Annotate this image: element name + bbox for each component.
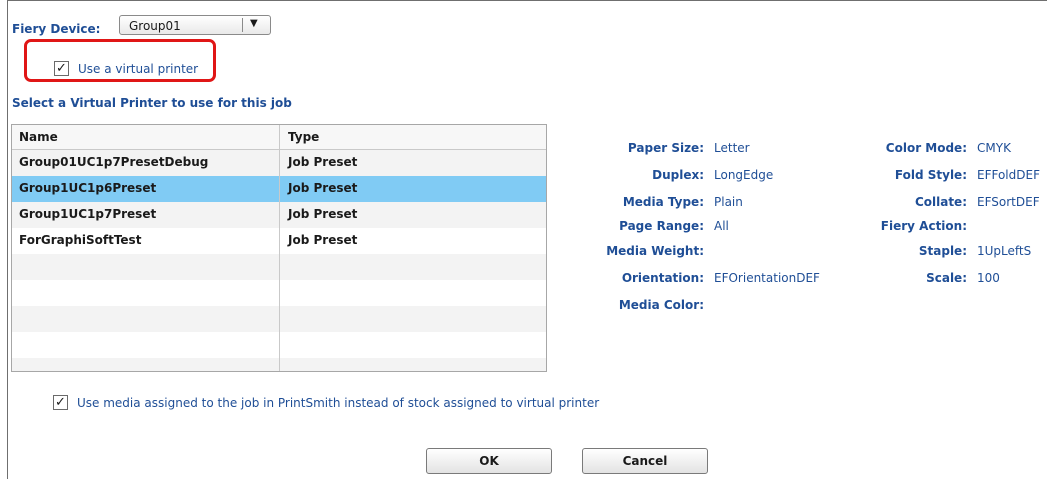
use-assigned-media-label[interactable]: Use media assigned to the job in PrintSm… [77, 396, 599, 410]
checkmark-icon: ✓ [55, 395, 66, 410]
fiery-device-dropdown[interactable]: Group01 ▼ [119, 15, 271, 35]
collate-value: EFSortDEF [977, 195, 1040, 209]
media-type-value: Plain [714, 195, 743, 209]
page-range-value: All [714, 219, 729, 233]
cell-name: Group01UC1p7PresetDebug [19, 155, 209, 169]
cell-type: Job Preset [288, 181, 358, 195]
scale-label: Scale: [926, 271, 967, 285]
checkmark-icon: ✓ [56, 61, 67, 76]
orientation-value: EFOrientationDEF [714, 271, 820, 285]
orientation-label: Orientation: [621, 271, 704, 285]
media-weight-label: Media Weight: [606, 244, 704, 258]
collate-label: Collate: [914, 195, 967, 209]
duplex-value: LongEdge [714, 168, 774, 182]
fiery-device-label: Fiery Device: [12, 22, 101, 36]
scale-value: 100 [977, 271, 1000, 285]
page-range-label: Page Range: [619, 219, 704, 233]
cell-type: Job Preset [288, 207, 358, 221]
dropdown-separator [242, 18, 243, 32]
fiery-device-value: Group01 [129, 19, 181, 33]
paper-size-value: Letter [714, 141, 750, 155]
staple-value: 1UpLeftS [977, 244, 1032, 258]
media-type-label: Media Type: [622, 195, 704, 209]
fold-style-label: Fold Style: [894, 168, 967, 182]
use-virtual-printer-checkbox[interactable]: ✓ [54, 61, 69, 76]
column-divider [279, 125, 280, 371]
fiery-action-label: Fiery Action: [880, 219, 967, 233]
section-title: Select a Virtual Printer to use for this… [12, 96, 292, 110]
use-assigned-media-checkbox[interactable]: ✓ [53, 395, 68, 410]
cell-name: ForGraphiSoftTest [19, 233, 142, 247]
color-mode-value: CMYK [977, 141, 1011, 155]
column-header-name[interactable]: Name [19, 130, 58, 144]
paper-size-label: Paper Size: [627, 141, 704, 155]
fold-style-value: EFFoldDEF [977, 168, 1040, 182]
duplex-label: Duplex: [652, 168, 704, 182]
virtual-printer-table[interactable]: Group01UC1p7PresetDebug Job Preset Group… [11, 124, 547, 372]
cell-type: Job Preset [288, 233, 358, 247]
color-mode-label: Color Mode: [885, 141, 967, 155]
staple-label: Staple: [918, 244, 967, 258]
cell-type: Job Preset [288, 155, 358, 169]
column-header-type[interactable]: Type [288, 130, 319, 144]
cell-name: Group1UC1p7Preset [19, 207, 157, 221]
ok-button[interactable]: OK [426, 448, 552, 474]
cell-name: Group1UC1p6Preset [19, 181, 157, 195]
media-color-label: Media Color: [618, 298, 704, 312]
use-virtual-printer-label[interactable]: Use a virtual printer [78, 62, 198, 76]
cancel-button[interactable]: Cancel [582, 448, 708, 474]
chevron-down-icon[interactable]: ▼ [250, 18, 258, 29]
